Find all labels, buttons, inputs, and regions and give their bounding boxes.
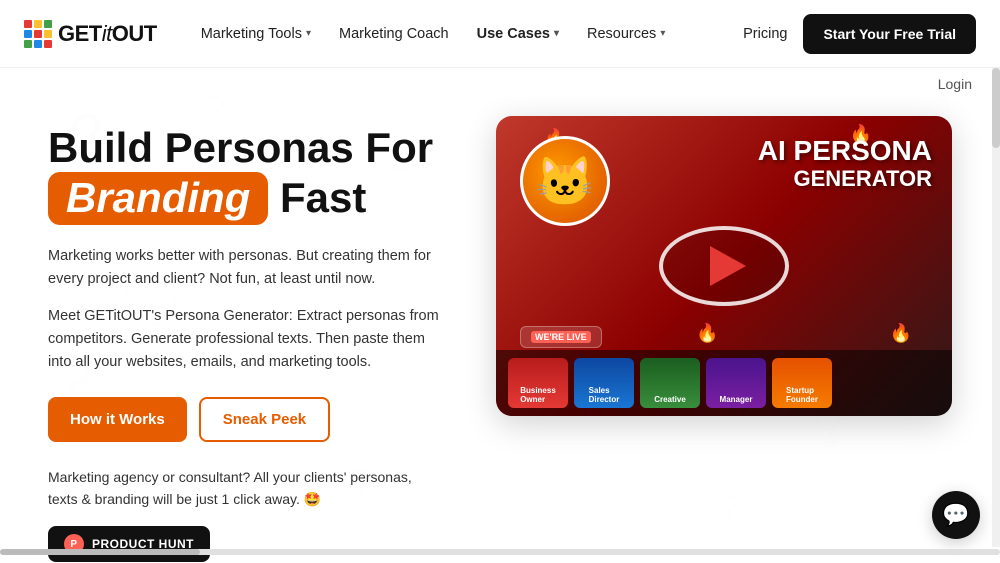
logo-grid	[24, 20, 52, 48]
navbar: GETitOUT Marketing Tools ▾ Marketing Coa…	[0, 0, 1000, 68]
video-gen-text: GENERATOR	[758, 167, 932, 191]
hero-bottom-text: Marketing agency or consultant? All your…	[48, 466, 418, 511]
play-button-wrap[interactable]	[659, 226, 789, 306]
persona-card-1: BusinessOwner	[508, 358, 568, 408]
cat-avatar: 🐱	[520, 136, 610, 226]
nav-marketing-coach[interactable]: Marketing Coach	[327, 18, 461, 50]
login-link[interactable]: Login	[938, 76, 972, 92]
flame-icon-3: 🔥	[696, 323, 718, 344]
how-it-works-button[interactable]: How it Works	[48, 397, 187, 442]
login-bar: Login	[0, 68, 1000, 96]
flame-icon-4: 🔥	[890, 323, 912, 344]
hero-right: 🔥 🔥 🔥 🔥 🐱 AI PERSONA GENERATOR WE'RE LIV…	[496, 116, 952, 416]
scroll-thumb[interactable]	[0, 549, 200, 555]
vscroll-thumb[interactable]	[992, 68, 1000, 148]
nav-resources[interactable]: Resources ▾	[575, 18, 677, 50]
video-thumbnail[interactable]: 🔥 🔥 🔥 🔥 🐱 AI PERSONA GENERATOR WE'RE LIV…	[496, 116, 952, 416]
play-button[interactable]	[659, 226, 789, 306]
nav-marketing-tools[interactable]: Marketing Tools ▾	[189, 18, 323, 50]
logo-text: GETitOUT	[58, 21, 157, 47]
hero-desc-2: Meet GETitOUT's Persona Generator: Extra…	[48, 305, 448, 375]
chevron-down-icon-2: ▾	[554, 28, 559, 39]
nav-links: Marketing Tools ▾ Marketing Coach Use Ca…	[189, 14, 976, 54]
video-ai-text: AI PERSONA	[758, 136, 932, 167]
vertical-scrollbar[interactable]	[992, 68, 1000, 547]
hero-buttons: How it Works Sneak Peek	[48, 397, 448, 442]
hero-title: Build Personas For Branding Fast	[48, 124, 448, 225]
persona-card-4: Manager	[706, 358, 766, 408]
video-bottom-strip: BusinessOwner SalesDirector Creative Man…	[496, 350, 952, 416]
persona-card-3: Creative	[640, 358, 700, 408]
persona-card-2: SalesDirector	[574, 358, 634, 408]
title-highlight: Branding	[48, 172, 268, 224]
video-ph-live-badge: WE'RE LIVE	[520, 326, 602, 348]
chat-icon: 💬	[942, 502, 969, 528]
persona-card-5: StartupFounder	[772, 358, 832, 408]
chevron-down-icon: ▾	[306, 28, 311, 39]
logo[interactable]: GETitOUT	[24, 20, 157, 48]
hero-section: Build Personas For Branding Fast Marketi…	[0, 96, 1000, 562]
trial-button[interactable]: Start Your Free Trial	[803, 14, 976, 54]
video-title-overlay: AI PERSONA GENERATOR	[758, 136, 932, 191]
hero-left: Build Personas For Branding Fast Marketi…	[48, 116, 448, 562]
chat-button[interactable]: 💬	[932, 491, 980, 539]
scroll-bar[interactable]	[0, 549, 1000, 555]
nav-use-cases[interactable]: Use Cases ▾	[465, 18, 571, 50]
hero-desc-1: Marketing works better with personas. Bu…	[48, 245, 448, 291]
product-hunt-badge[interactable]: P PRODUCT HUNT	[48, 526, 210, 562]
chevron-down-icon-3: ▾	[660, 28, 665, 39]
sneak-peek-button[interactable]: Sneak Peek	[199, 397, 330, 442]
play-triangle-icon	[710, 246, 746, 286]
nav-pricing[interactable]: Pricing	[731, 18, 799, 50]
